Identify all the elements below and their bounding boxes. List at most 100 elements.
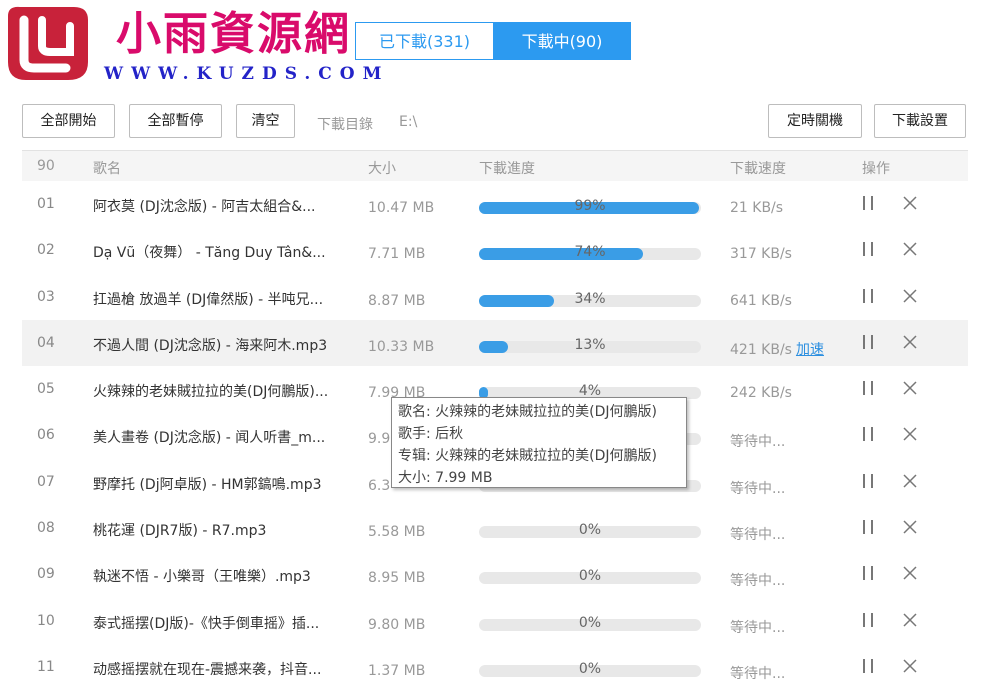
row-size: 10.33 MB (368, 338, 435, 355)
pause-icon[interactable] (862, 520, 874, 535)
row-size: 9.80 MB (368, 616, 426, 633)
row-song-name[interactable]: 執迷不悟 - 小樂哥（王唯樂）.mp3 (93, 566, 311, 586)
row-progress-label: 0% (578, 614, 602, 631)
row-index: 06 (37, 427, 55, 444)
logo-mark-icon (8, 6, 88, 81)
header-count: 90 (37, 158, 55, 174)
download-dir-value[interactable]: E:\ (399, 114, 417, 130)
close-icon[interactable] (902, 426, 918, 442)
close-icon[interactable] (902, 658, 918, 674)
row-boost-link[interactable]: 加速 (796, 342, 824, 358)
row-size: 9.9 (368, 431, 391, 448)
header-name[interactable]: 歌名 (93, 158, 121, 178)
pause-icon[interactable] (862, 334, 874, 349)
row-progress-bar: 0% (479, 568, 701, 585)
row-song-name[interactable]: 动感摇摆就在现在-震撼来袭，抖音... (93, 659, 321, 679)
row-index: 10 (37, 612, 55, 629)
tab-downloading[interactable]: 下載中(90) (493, 22, 631, 60)
table-row[interactable]: 11 动感摇摆就在现在-震撼来袭，抖音... 1.37 MB 0% 等待中... (22, 644, 968, 690)
row-progress-label: 34% (574, 290, 606, 307)
close-icon[interactable] (902, 473, 918, 489)
logo: 小雨資源網 WWW.KUZDS.COM (4, 4, 384, 84)
close-icon[interactable] (902, 612, 918, 628)
row-speed: 641 KB/s (730, 293, 792, 309)
pause-icon[interactable] (862, 427, 874, 442)
row-song-name[interactable]: 野摩托 (Dj阿卓版) - HM郭鎬鳴.mp3 (93, 474, 321, 494)
table-row[interactable]: 08 桃花運 (DJR7版) - R7.mp3 5.58 MB 0% 等待中... (22, 505, 968, 551)
close-icon[interactable] (902, 288, 918, 304)
pause-all-button[interactable]: 全部暫停 (129, 104, 222, 138)
row-size: 10.47 MB (368, 200, 435, 216)
row-song-name[interactable]: Dạ Vũ（夜舞） - Tăng Duy Tân&... (93, 242, 326, 262)
row-speed: 317 KB/s (730, 246, 792, 262)
tab-downloaded[interactable]: 已下載(331) (355, 22, 493, 60)
close-icon[interactable] (902, 195, 918, 211)
row-speed-value: 21 KB/s (730, 200, 784, 216)
row-speed: 242 KB/s (730, 385, 792, 401)
start-all-button[interactable]: 全部開始 (22, 104, 115, 138)
row-speed: 等待中... (730, 431, 785, 451)
row-song-name[interactable]: 扛過槍 放過羊 (DJ偉然版) - 半吨兄... (93, 289, 323, 309)
download-dir-label: 下載目錄 (317, 117, 373, 133)
row-progress-bar: 0% (479, 522, 701, 539)
row-song-name[interactable]: 美人畫卷 (DJ沈念版) - 闻人听書_m... (93, 427, 325, 447)
row-index: 01 (37, 196, 55, 212)
row-index: 07 (37, 473, 55, 490)
table-row[interactable]: 10 泰式摇摆(DJ版)-《快手倒車摇》插... 9.80 MB 0% 等待中... (22, 598, 968, 644)
row-index: 11 (37, 658, 55, 675)
row-song-name[interactable]: 不過人間 (DJ沈念版) - 海来阿木.mp3 (93, 335, 327, 355)
row-progress-bar: 13% (479, 337, 701, 353)
pause-icon[interactable] (862, 612, 874, 627)
table-row[interactable]: 03 扛過槍 放過羊 (DJ偉然版) - 半吨兄... 8.87 MB 34% 641 … (22, 274, 968, 320)
row-song-name[interactable]: 阿衣莫 (DJ沈念版) - 阿吉太組合&... (93, 196, 316, 216)
pause-icon[interactable] (862, 288, 874, 303)
row-size: 6.3 (368, 477, 391, 494)
row-speed-value: 等待中... (730, 434, 786, 451)
header-ops: 操作 (862, 161, 890, 177)
row-speed: 等待中... (730, 570, 785, 590)
table-row[interactable]: 04 不過人間 (DJ沈念版) - 海来阿木.mp3 10.33 MB 13% 421 … (22, 319, 968, 367)
row-index: 08 (37, 520, 55, 537)
header-progress[interactable]: 下載進度 (479, 158, 535, 178)
row-song-name[interactable]: 桃花運 (DJR7版) - R7.mp3 (93, 520, 266, 540)
table-row[interactable]: 01 阿衣莫 (DJ沈念版) - 阿吉太組合&... 10.47 MB 99% 21 K… (22, 181, 968, 227)
row-song-name[interactable]: 泰式摇摆(DJ版)-《快手倒車摇》插... (93, 613, 319, 633)
close-icon[interactable] (902, 565, 918, 581)
row-speed: 等待中... (730, 617, 785, 637)
logo-title: 小雨資源網 (116, 7, 352, 60)
header-speed[interactable]: 下載速度 (730, 158, 786, 178)
row-speed-value: 641 KB/s (730, 292, 792, 309)
pause-icon[interactable] (862, 566, 874, 581)
row-song-name[interactable]: 火辣辣的老妹賊拉拉的美(DJ何鵬版)... (93, 381, 328, 401)
row-speed-value: 242 KB/s (730, 385, 792, 402)
row-index: 02 (37, 242, 55, 259)
tab-bar: 已下載(331) 下載中(90) (355, 22, 631, 62)
row-progress-label: 74% (574, 244, 606, 261)
close-icon[interactable] (902, 380, 918, 396)
pause-icon[interactable] (862, 242, 874, 257)
table-row[interactable]: 02 Dạ Vũ（夜舞） - Tăng Duy Tân&... 7.71 MB 74%… (22, 227, 968, 273)
tooltip-song: 歌名: 火辣辣的老妹賊拉拉的美(DJ何鵬版) (398, 404, 657, 420)
tooltip-artist: 歌手: 后秋 (398, 426, 464, 442)
download-settings-button[interactable]: 下載設置 (874, 104, 966, 138)
row-progress-bar: 99% (479, 198, 701, 214)
close-icon[interactable] (902, 241, 918, 257)
tooltip-size: 大小: 7.99 MB (398, 470, 493, 486)
row-progress-bar: 0% (479, 615, 701, 631)
row-speed: 等待中... (730, 478, 785, 498)
pause-icon[interactable] (862, 196, 874, 210)
row-speed: 421 KB/s 加速 (730, 339, 824, 359)
song-info-tooltip: 歌名: 火辣辣的老妹賊拉拉的美(DJ何鵬版) 歌手: 后秋 专辑: 火辣辣的老妹… (391, 397, 687, 488)
pause-icon[interactable] (862, 381, 874, 396)
scheduled-shutdown-button[interactable]: 定時關機 (768, 104, 862, 138)
clear-button[interactable]: 清空 (236, 104, 295, 138)
table-row[interactable]: 09 執迷不悟 - 小樂哥（王唯樂）.mp3 8.95 MB 0% 等待中... (22, 551, 968, 597)
close-icon[interactable] (902, 334, 918, 350)
row-progress-label: 0% (578, 568, 602, 585)
row-size: 8.95 MB (368, 570, 426, 587)
header-size[interactable]: 大小 (368, 158, 396, 178)
pause-icon[interactable] (862, 473, 874, 488)
row-progress-label: 0% (578, 660, 602, 677)
close-icon[interactable] (902, 519, 918, 535)
row-size: 5.58 MB (368, 524, 426, 541)
